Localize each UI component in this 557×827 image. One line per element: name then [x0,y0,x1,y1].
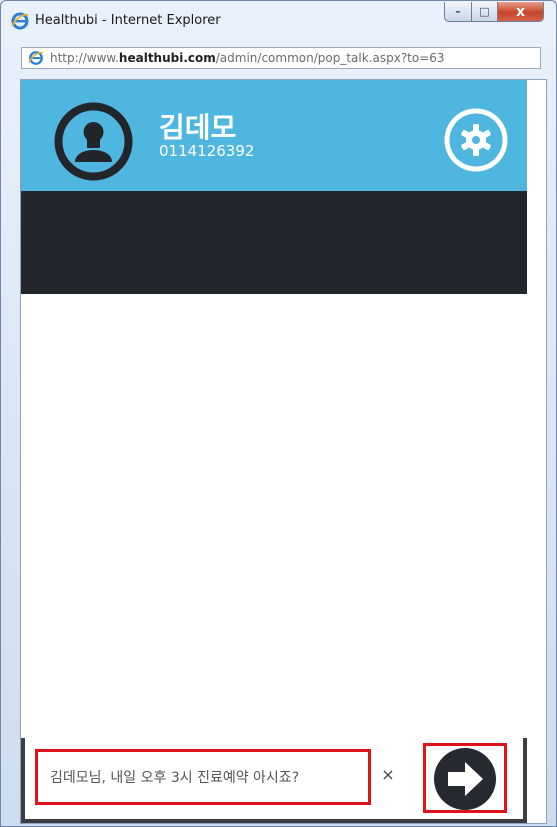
window-title: Healthubi - Internet Explorer [35,13,221,28]
url-path: /admin/common/pop_talk.aspx?to=63 [215,51,445,65]
arrow-right-icon[interactable] [434,748,496,810]
close-button[interactable]: x [498,2,544,22]
url-prefix: http://www. [50,51,119,65]
address-bar[interactable]: http://www. healthubi.com/admin/common/po… [21,47,541,69]
gear-icon[interactable] [443,107,509,173]
message-input[interactable]: 김데모님, 내일 오후 3시 진료예약 아시죠? [35,749,371,805]
clear-button[interactable]: × [379,765,397,787]
contact-phone: 0114126392 [159,142,255,160]
user-icon [54,102,133,181]
profile-header: 김데모 0114126392 [21,80,527,191]
compose-bar: 김데모님, 내일 오후 3시 진료예약 아시죠? × [21,738,527,823]
contact-name: 김데모 [159,111,237,144]
url-host: healthubi.com [118,51,216,65]
internet-explorer-icon [11,12,29,30]
page-icon [28,51,44,65]
minimize-button[interactable]: – [444,2,472,22]
message-list [21,294,527,738]
chat-page: 김데모 0114126392 김데모님, 내일 오후 3시 진료예약 아시죠? … [20,79,547,824]
maximize-button[interactable]: □ [472,2,498,22]
title-bar: Healthubi - Internet Explorer – □ x [1,1,556,41]
notice-bar [21,191,527,294]
caption-buttons: – □ x [444,2,544,24]
browser-window: Healthubi - Internet Explorer – □ x http… [0,0,557,827]
send-button-highlight [423,743,507,813]
